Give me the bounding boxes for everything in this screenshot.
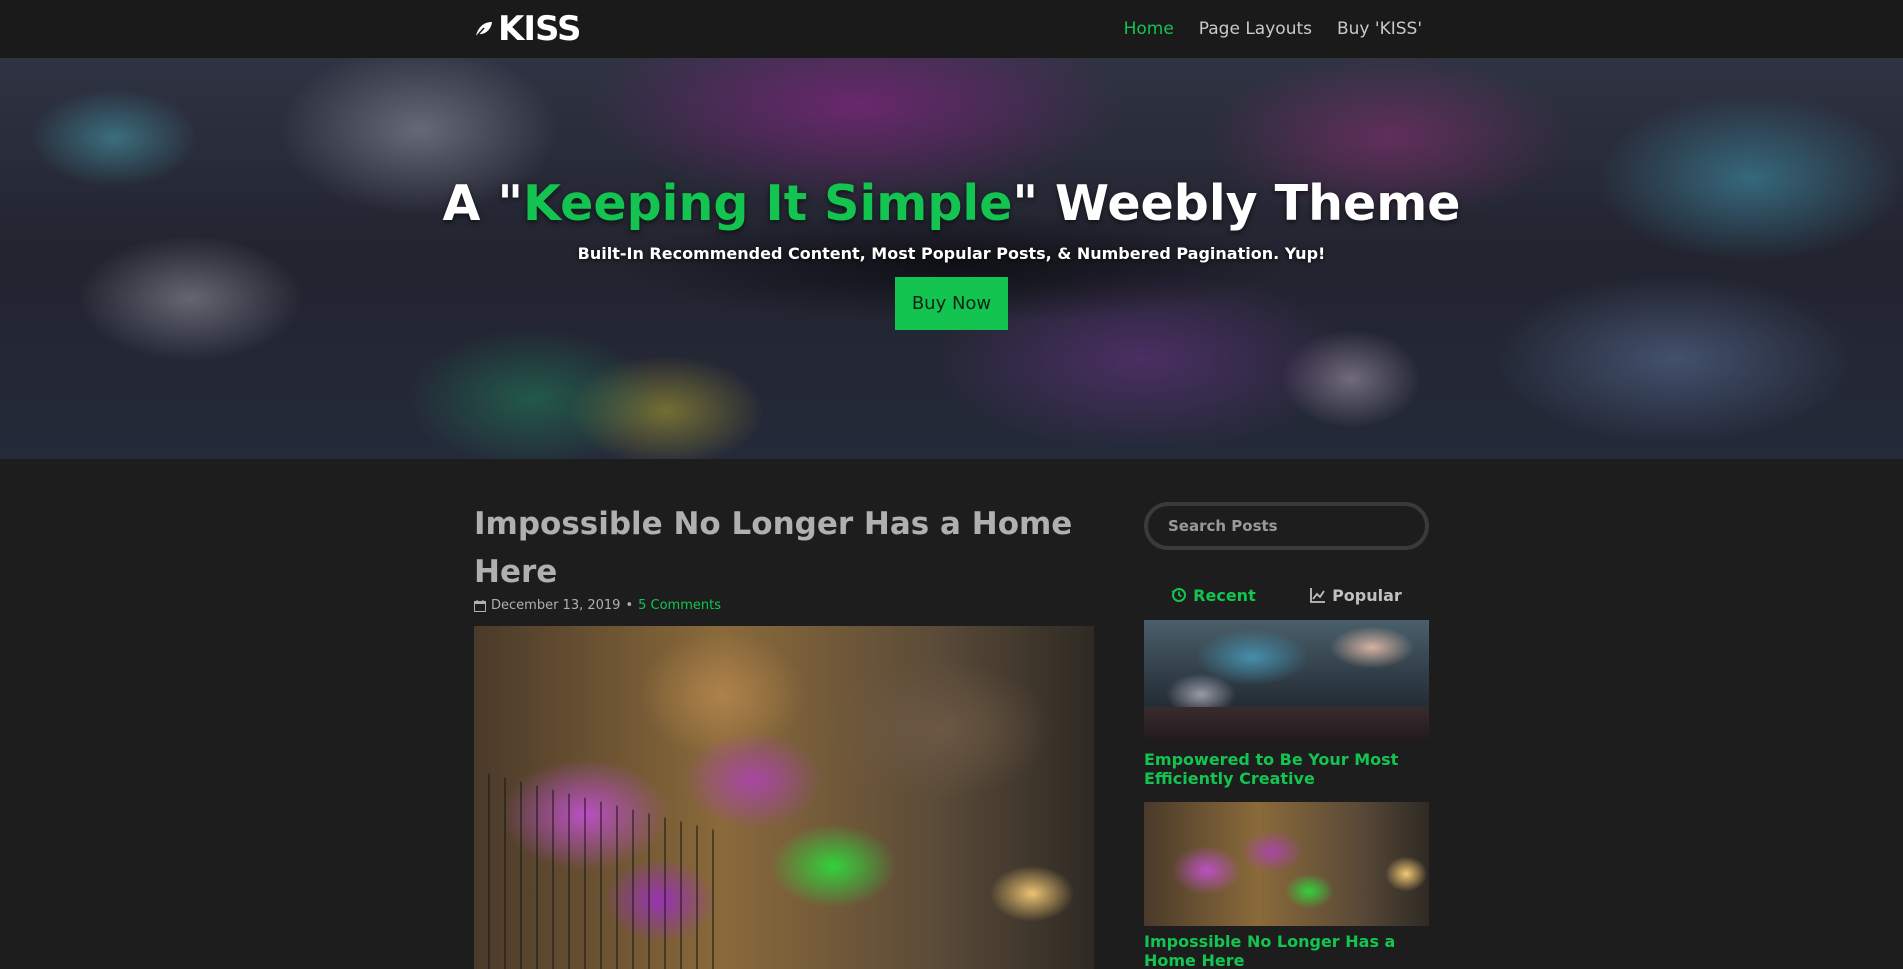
tab-recent-label: Recent xyxy=(1193,585,1256,605)
hero-subtitle: Built-In Recommended Content, Most Popul… xyxy=(577,244,1326,263)
line-chart-icon xyxy=(1310,588,1326,603)
hero-banner: A "Keeping It Simple" Weebly Theme Built… xyxy=(0,58,1903,459)
hero-title-after: " Weebly Theme xyxy=(1012,175,1461,232)
post-date: December 13, 2019 xyxy=(491,598,621,613)
nav-buy-kiss[interactable]: Buy 'KISS' xyxy=(1337,19,1422,39)
logo-text: KISS xyxy=(498,9,581,49)
sidebar-post-title[interactable]: Empowered to Be Your Most Efficiently Cr… xyxy=(1144,750,1429,788)
history-icon xyxy=(1171,588,1187,602)
post-meta: December 13, 2019 • 5 Comments xyxy=(474,598,721,613)
image-railing xyxy=(474,770,722,969)
tab-popular-label: Popular xyxy=(1332,585,1402,605)
post-comments-link[interactable]: 5 Comments xyxy=(638,598,721,613)
tab-recent[interactable]: Recent xyxy=(1171,586,1256,605)
nav-home[interactable]: Home xyxy=(1124,19,1174,39)
leaf-icon xyxy=(474,22,492,39)
sidebar-tabs: Recent Popular xyxy=(1144,582,1429,608)
meta-separator: • xyxy=(625,598,634,613)
calendar-icon xyxy=(474,599,486,612)
top-navigation-bar: KISS Home Page Layouts Buy 'KISS' xyxy=(0,0,1903,58)
main-nav: Home Page Layouts Buy 'KISS' xyxy=(1124,0,1422,58)
site-logo[interactable]: KISS xyxy=(474,9,581,49)
sidebar-post-card[interactable]: Empowered to Be Your Most Efficiently Cr… xyxy=(1144,620,1429,788)
sidebar-post-thumbnail[interactable] xyxy=(1144,802,1429,926)
hero-title-accent: Keeping It Simple xyxy=(523,175,1013,232)
sidebar-post-title[interactable]: Impossible No Longer Has a Home Here xyxy=(1144,932,1429,969)
buy-now-button[interactable]: Buy Now xyxy=(895,277,1008,330)
sidebar-post-thumbnail[interactable] xyxy=(1144,620,1429,744)
thumbnail-floor xyxy=(1144,706,1429,744)
tab-popular[interactable]: Popular xyxy=(1310,586,1402,605)
hero-title-before: A " xyxy=(442,175,523,232)
post-featured-image[interactable] xyxy=(474,626,1094,969)
sidebar-post-card[interactable]: Impossible No Longer Has a Home Here xyxy=(1144,802,1429,969)
nav-page-layouts[interactable]: Page Layouts xyxy=(1199,19,1312,39)
post-title[interactable]: Impossible No Longer Has a Home Here xyxy=(474,500,1074,596)
search-posts-input[interactable] xyxy=(1144,502,1429,550)
hero-title: A "Keeping It Simple" Weebly Theme xyxy=(0,175,1903,232)
